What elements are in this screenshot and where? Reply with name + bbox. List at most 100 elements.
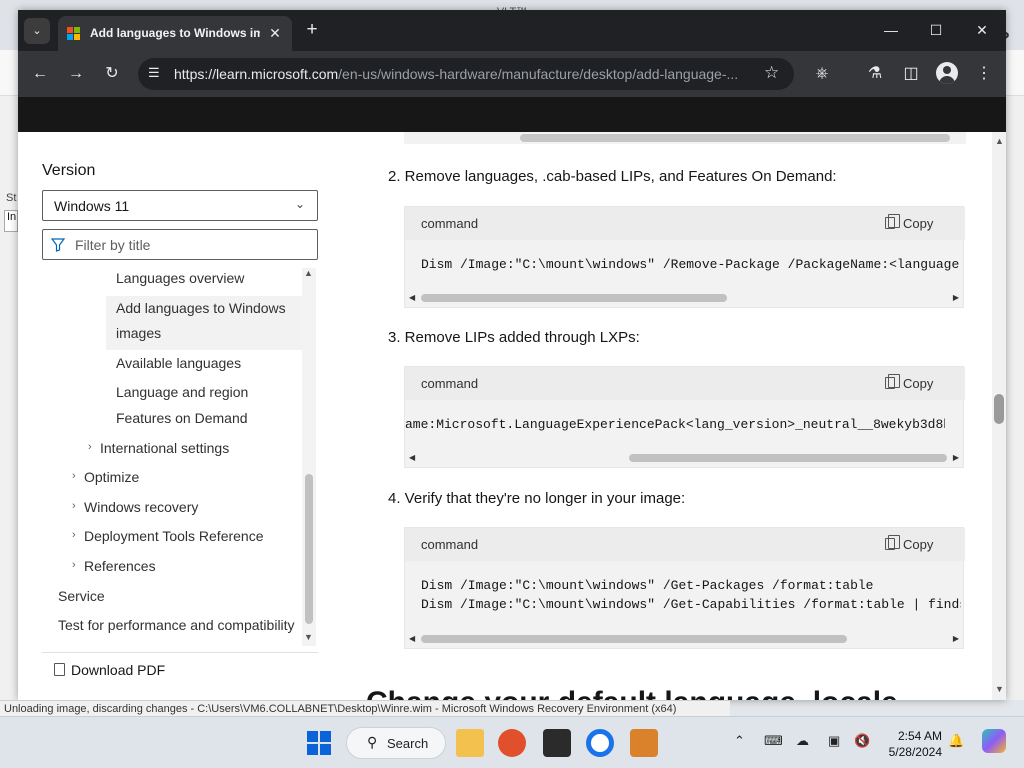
code-language-label: command <box>421 537 479 552</box>
code-text[interactable]: ame:Microsoft.LanguageExperiencePack<lan… <box>405 415 945 434</box>
code-horizontal-scrollbar[interactable]: ◀ ▶ <box>405 630 963 648</box>
scroll-thumb[interactable] <box>421 635 847 643</box>
pdf-document-icon <box>54 663 65 676</box>
side-panel-icon[interactable]: ◫ <box>899 62 923 86</box>
filter-input[interactable]: Filter by title <box>42 229 318 260</box>
toc-item-optimize[interactable]: › Optimize <box>72 469 140 485</box>
maximize-icon[interactable]: ☐ <box>921 18 951 42</box>
copy-label: Copy <box>903 216 934 231</box>
scroll-up-icon[interactable]: ▲ <box>304 268 313 278</box>
site-header <box>18 97 1006 132</box>
code-horizontal-scrollbar[interactable]: ◀ ▶ <box>405 449 963 467</box>
code-horizontal-scrollbar[interactable]: ◀ ▶ <box>405 289 963 307</box>
toc-item-windows-recovery[interactable]: › Windows recovery <box>72 499 198 515</box>
toc-item-international-settings[interactable]: › International settings <box>88 440 229 456</box>
scroll-thumb[interactable] <box>520 134 950 142</box>
minimize-icon[interactable]: — <box>876 18 906 42</box>
menu-kebab-icon[interactable]: ⋮ <box>972 62 996 86</box>
version-label: Version <box>42 162 96 179</box>
notification-bell-icon[interactable]: 🔔 <box>948 733 964 749</box>
version-select[interactable]: Windows 11 ⌄ <box>42 190 318 221</box>
toc-item-add-languages[interactable]: Add languages to Windows <box>116 300 286 316</box>
tab-title: Add languages to Windows im <box>90 26 260 40</box>
scroll-right-icon[interactable]: ▶ <box>953 293 959 302</box>
previous-code-scrollbar[interactable] <box>404 132 966 144</box>
taskbar-clock[interactable]: 2:54 AM 5/28/2024 <box>884 728 942 760</box>
code-block-remove-lxp: command Copy ame:Microsoft.LanguageExper… <box>404 366 965 468</box>
copy-button[interactable]: Copy <box>885 374 933 391</box>
windows-start-icon[interactable] <box>307 731 331 755</box>
browser-toolbar: ← → ↻ ☰ https://learn.microsoft.com/en-u… <box>18 51 1006 97</box>
toc-label: Optimize <box>84 469 140 485</box>
filter-placeholder: Filter by title <box>75 237 151 253</box>
profile-avatar-icon[interactable] <box>936 62 958 84</box>
code-block-header: command Copy <box>405 528 965 561</box>
bookmark-star-icon[interactable]: ☆ <box>764 63 779 83</box>
volume-muted-icon[interactable]: 🔇 <box>854 733 870 749</box>
toc-item-features-on-demand[interactable]: Features on Demand <box>116 410 248 426</box>
copilot-icon[interactable] <box>982 729 1006 753</box>
firefox-icon[interactable] <box>498 729 526 757</box>
forward-icon[interactable]: → <box>64 62 88 86</box>
scroll-left-icon[interactable]: ◀ <box>409 634 415 643</box>
display-icon[interactable]: ▣ <box>828 733 840 749</box>
labs-flask-icon[interactable]: ⚗ <box>863 62 887 86</box>
microsoft-logo-icon <box>67 27 81 41</box>
scroll-thumb[interactable] <box>629 454 947 462</box>
scroll-right-icon[interactable]: ▶ <box>953 634 959 643</box>
toc-item-service[interactable]: Service <box>58 588 105 604</box>
scroll-thumb[interactable] <box>421 294 727 302</box>
toc-label: Deployment Tools Reference <box>84 528 264 544</box>
copy-button[interactable]: Copy <box>885 214 934 231</box>
scroll-left-icon[interactable]: ◀ <box>409 453 415 462</box>
page-scroll-thumb[interactable] <box>994 394 1004 424</box>
extensions-icon[interactable]: ⎈ <box>810 62 834 86</box>
code-text[interactable]: Dism /Image:"C:\mount\windows" /Remove-P… <box>421 255 961 274</box>
close-tab-icon[interactable]: ✕ <box>266 24 284 42</box>
new-tab-button[interactable]: + <box>302 20 322 40</box>
toc-item-references[interactable]: › References <box>72 558 156 574</box>
download-pdf-link[interactable]: Download PDF <box>71 662 165 678</box>
back-icon[interactable]: ← <box>28 62 52 86</box>
url-text[interactable]: https://learn.microsoft.com/en-us/window… <box>174 66 754 82</box>
toc-scrollbar[interactable]: ▲ ▼ <box>302 268 316 646</box>
toc-item-language-region[interactable]: Language and region <box>116 384 248 400</box>
docs-sidebar: Version Windows 11 ⌄ Filter by title Lan… <box>18 132 338 700</box>
scroll-down-icon[interactable]: ▼ <box>995 684 1004 694</box>
toc-item-available-languages[interactable]: Available languages <box>116 355 241 371</box>
chrome-icon[interactable] <box>586 729 614 757</box>
address-bar[interactable]: ☰ https://learn.microsoft.com/en-us/wind… <box>138 58 794 90</box>
toc-item-add-languages-cont[interactable]: images <box>116 325 161 341</box>
site-info-icon[interactable]: ☰ <box>148 65 160 81</box>
taskbar: ⚲ Search ⌃ ⌨ ☁ ▣ 🔇 2:54 AM 5/28/2024 🔔 <box>0 716 1024 768</box>
background-app-field[interactable]: In <box>4 210 18 232</box>
copy-icon <box>885 535 900 550</box>
terminal-icon[interactable] <box>543 729 571 757</box>
toc-item-languages-overview[interactable]: Languages overview <box>116 270 244 286</box>
file-explorer-icon[interactable] <box>456 729 484 757</box>
clock-date: 5/28/2024 <box>888 745 942 759</box>
page-scrollbar[interactable]: ▲ ▼ <box>992 132 1006 700</box>
toc-item-deployment-tools[interactable]: › Deployment Tools Reference <box>72 528 264 544</box>
keyboard-icon[interactable]: ⌨ <box>764 733 783 749</box>
reload-icon[interactable]: ↻ <box>100 62 124 86</box>
scroll-left-icon[interactable]: ◀ <box>409 293 415 302</box>
code-language-label: command <box>421 376 479 391</box>
scroll-right-icon[interactable]: ▶ <box>953 453 959 462</box>
chevron-up-icon[interactable]: ⌃ <box>734 733 745 749</box>
tab-search-icon[interactable]: ⌄ <box>24 18 50 44</box>
scroll-up-icon[interactable]: ▲ <box>995 136 1004 146</box>
app-icon[interactable] <box>630 729 658 757</box>
active-tab[interactable]: Add languages to Windows im ✕ <box>58 16 292 51</box>
chevron-right-icon: › <box>72 559 76 571</box>
code-text[interactable]: Dism /Image:"C:\mount\windows" /Get-Pack… <box>421 576 961 614</box>
network-offline-icon[interactable]: ☁ <box>796 733 809 749</box>
taskbar-search[interactable]: ⚲ Search <box>346 727 446 759</box>
toc-item-test-performance[interactable]: Test for performance and compatibility <box>58 617 295 633</box>
close-window-icon[interactable]: ✕ <box>967 18 997 42</box>
scroll-down-icon[interactable]: ▼ <box>304 632 313 642</box>
step-4-text: 4. Verify that they're no longer in your… <box>388 490 686 507</box>
search-icon: ⚲ <box>367 734 378 750</box>
copy-button[interactable]: Copy <box>885 535 933 552</box>
toc-scroll-thumb[interactable] <box>305 474 313 624</box>
